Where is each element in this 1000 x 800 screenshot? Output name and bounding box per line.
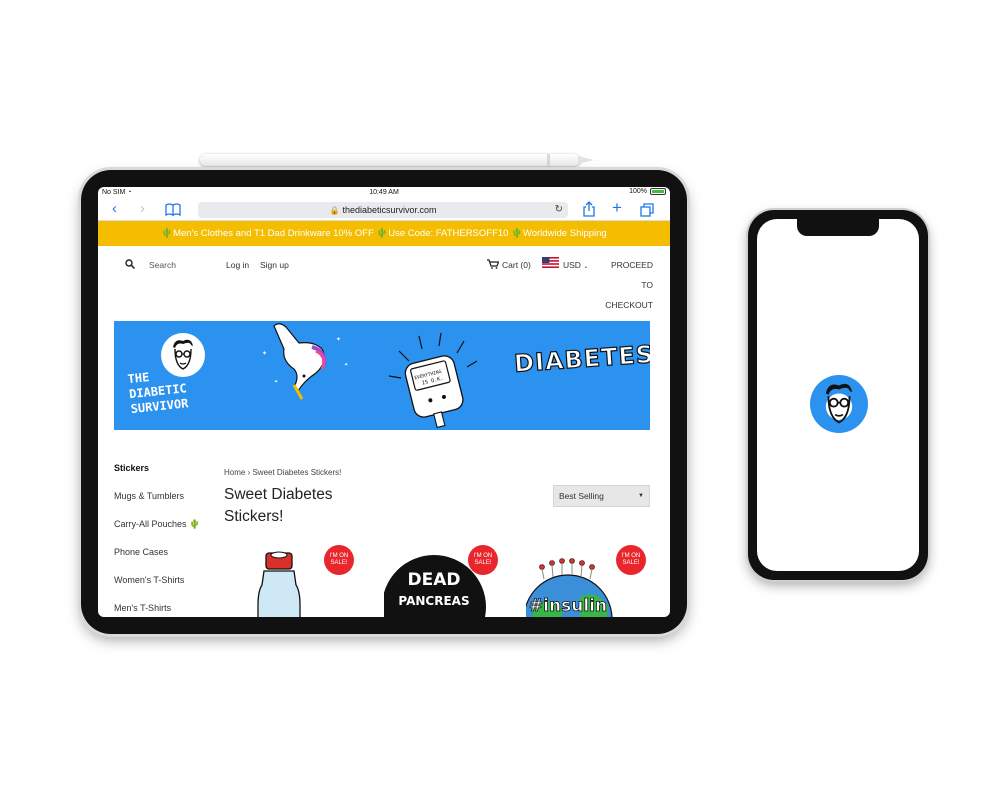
bookmarks-icon[interactable]: [165, 203, 181, 216]
glucose-meter-illustration: EVERYTHING IS O.K.: [388, 332, 478, 429]
back-arrow-icon[interactable]: ‹: [112, 201, 117, 217]
face-icon: [825, 383, 853, 424]
proceed-to-checkout-link[interactable]: PROCEED TO CHECKOUT: [603, 255, 653, 315]
collection-sidebar: Stickers Mugs & Tumblers Carry-All Pouch…: [114, 462, 200, 617]
tablet-screen: No SIM ◔ 10:49 AM 100% ‹ › 🔒 thediabetics…: [98, 187, 670, 617]
sticker-text-pancreas: PANCREAS: [398, 594, 469, 608]
sticker-text-insulin: #insulin: [529, 596, 607, 616]
product-card-1[interactable]: I'M ON SALE!: [238, 545, 358, 617]
hero-banner[interactable]: THE DIABETIC SURVIVOR ✦ ✦ ✦ ✦ EVERYTHING…: [114, 321, 650, 430]
banner-brand-text: THE DIABETIC SURVIVOR: [126, 370, 190, 417]
stylus-pencil: [200, 154, 594, 166]
chevron-down-icon: ⌄: [583, 264, 589, 270]
search-input[interactable]: Search: [149, 260, 176, 270]
svg-text:✦: ✦: [262, 350, 267, 357]
cart-icon[interactable]: [487, 259, 499, 269]
sidebar-item-stickers[interactable]: Stickers: [114, 462, 200, 490]
site-header: Search Log in Sign up Cart (0) USD ⌄ PRO…: [98, 246, 670, 310]
sidebar-item-phone-cases[interactable]: Phone Cases: [114, 546, 200, 574]
product-card-2[interactable]: DEAD PANCREAS I'M ON SALE!: [382, 545, 504, 617]
svg-text:✦: ✦: [274, 379, 278, 385]
phone-notch: [797, 219, 879, 236]
forward-arrow-icon[interactable]: ›: [140, 201, 145, 217]
unicorn-illustration: ✦ ✦ ✦ ✦: [262, 323, 348, 400]
url-text: thediabeticsurvivor.com: [342, 205, 437, 215]
promo-announcement-bar[interactable]: 🌵Men's Clothes and T1 Dad Drinkware 10% …: [98, 221, 670, 246]
phone-brand-logo: [810, 375, 868, 433]
svg-text:✦: ✦: [344, 362, 348, 368]
sidebar-item-pouches[interactable]: Carry-All Pouches 🌵: [114, 518, 200, 546]
sidebar-item-mens-tshirts[interactable]: Men's T-Shirts: [114, 602, 200, 617]
phone-device: [748, 210, 928, 580]
sale-badge: I'M ON SALE!: [616, 545, 646, 575]
sort-by-select[interactable]: Best Selling ▼: [553, 485, 650, 507]
login-link[interactable]: Log in: [226, 260, 249, 270]
device-mockup-stage: No SIM ◔ 10:49 AM 100% ‹ › 🔒 thediabetics…: [0, 0, 1000, 800]
tabs-overview-icon[interactable]: [640, 203, 654, 217]
reload-icon[interactable]: ↻: [555, 202, 563, 218]
sidebar-item-womens-tshirts[interactable]: Women's T-Shirts: [114, 574, 200, 602]
battery-percent: 100%: [629, 188, 647, 195]
clock-label: 10:49 AM: [369, 189, 399, 196]
sticker-text-dead: DEAD: [408, 570, 461, 590]
us-flag-icon[interactable]: [542, 257, 559, 268]
breadcrumb[interactable]: Home › Sweet Diabetes Stickers!: [224, 468, 341, 477]
tablet-device: No SIM ◔ 10:49 AM 100% ‹ › 🔒 thediabetics…: [81, 170, 687, 634]
new-tab-plus-icon[interactable]: +: [612, 199, 622, 216]
banner-headline: DIABETES: [513, 340, 650, 379]
sale-badge: I'M ON SALE!: [468, 545, 498, 575]
phone-screen: [757, 219, 919, 571]
signup-link[interactable]: Sign up: [260, 260, 289, 270]
svg-text:✦: ✦: [336, 336, 341, 343]
battery-icon: [650, 188, 666, 195]
currency-selector[interactable]: USD ⌄: [563, 260, 588, 270]
battery-status: 100%: [629, 188, 666, 195]
sale-badge: I'M ON SALE!: [324, 545, 354, 575]
search-icon[interactable]: [125, 259, 135, 269]
browser-toolbar: ‹ › 🔒 thediabeticsurvivor.com ↻ +: [98, 199, 670, 221]
dropdown-caret-icon: ▼: [638, 493, 644, 499]
cart-link[interactable]: Cart (0): [502, 260, 531, 270]
lock-icon: 🔒: [329, 206, 340, 215]
status-bar: No SIM ◔ 10:49 AM 100%: [98, 187, 670, 199]
sidebar-item-mugs[interactable]: Mugs & Tumblers: [114, 490, 200, 518]
share-icon[interactable]: [582, 201, 596, 217]
address-bar[interactable]: 🔒 thediabeticsurvivor.com ↻: [198, 202, 568, 218]
page-title: Sweet Diabetes Stickers!: [224, 486, 333, 525]
product-card-3[interactable]: #insulin I'M ON SALE!: [523, 545, 646, 617]
